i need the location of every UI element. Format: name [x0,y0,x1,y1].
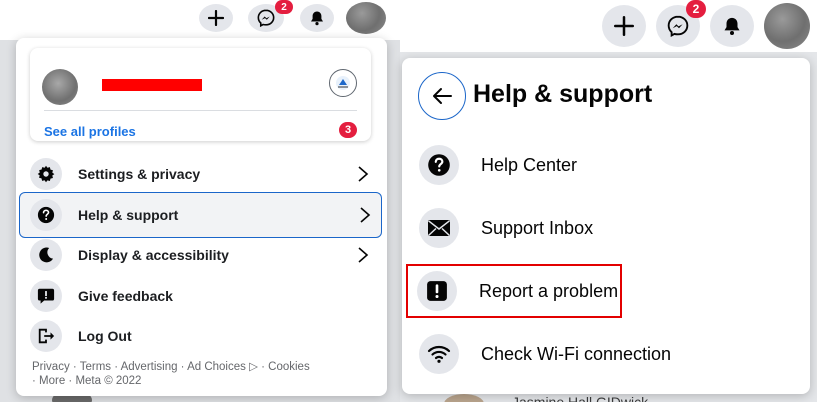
profiles-count-badge: 3 [339,122,357,138]
footer-line-1[interactable]: Privacy · Terms · Advertising · Ad Choic… [32,360,377,374]
feedback-icon [30,280,62,312]
menu-item-display-accessibility[interactable]: Display & accessibility [22,234,379,276]
moon-icon [30,239,62,271]
notifications-button[interactable] [710,5,754,47]
question-icon [419,145,459,185]
plus-icon [208,10,224,26]
gear-icon [30,158,62,190]
menu-item-report-problem[interactable]: Report a problem [406,264,622,318]
menu-item-log-out[interactable]: Log Out [22,315,379,357]
menu-item-help-support[interactable]: Help & support [19,192,382,238]
switch-profile-icon[interactable] [329,69,357,97]
exclamation-icon [417,271,457,311]
messenger-badge: 2 [275,0,293,14]
profile-divider [44,110,357,111]
logout-icon [30,320,62,352]
plus-icon [614,16,634,36]
footer-links: Privacy · Terms · Advertising · Ad Choic… [32,360,377,388]
profile-card[interactable]: See all profiles 3 [30,48,371,141]
page-title: Help & support [473,80,653,108]
redacted-profile-name [102,79,202,91]
menu-item-label: Log Out [78,328,132,344]
menu-item-help-center[interactable]: Help Center [408,138,804,192]
account-avatar[interactable] [346,2,386,34]
back-button[interactable] [418,72,466,120]
help-support-menu: Help & support Help Center Support Inbox… [402,58,810,394]
notifications-button[interactable] [300,4,334,32]
chevron-right-icon [358,247,369,263]
menu-item-give-feedback[interactable]: Give feedback [22,275,379,317]
question-icon [30,199,62,231]
background-peek-text: Jasmine Hall GIDwick [512,394,649,402]
account-menu: See all profiles 3 Settings & privacy He… [16,38,387,396]
create-button[interactable] [199,4,233,32]
bell-icon [311,11,323,26]
background-avatar [444,394,484,402]
see-all-profiles-link[interactable]: See all profiles [44,124,136,139]
messenger-icon [667,15,689,37]
menu-item-label: Settings & privacy [78,166,201,182]
profile-avatar [42,69,78,105]
envelope-icon [419,208,459,248]
footer-line-2[interactable]: · More · Meta © 2022 [32,374,377,388]
menu-item-label: Report a problem [479,280,619,301]
bell-icon [724,17,740,35]
menu-item-label: Display & accessibility [78,247,229,263]
menu-item-label: Support Inbox [481,217,594,238]
account-avatar[interactable] [764,3,810,49]
wifi-icon [419,334,459,374]
menu-item-label: Help Center [481,154,578,175]
menu-item-label: Help & support [78,207,179,223]
menu-item-settings-privacy[interactable]: Settings & privacy [22,153,379,195]
messenger-icon [257,9,275,27]
chevron-right-icon [358,166,369,182]
menu-item-support-inbox[interactable]: Support Inbox [408,201,804,255]
arrow-left-icon [433,88,452,104]
messenger-badge: 2 [686,0,706,18]
menu-item-label: Give feedback [78,288,173,304]
menu-item-check-wifi[interactable]: Check Wi-Fi connection [408,327,804,381]
chevron-right-icon [360,207,371,223]
create-button[interactable] [602,5,646,47]
menu-item-label: Check Wi-Fi connection [481,343,672,364]
